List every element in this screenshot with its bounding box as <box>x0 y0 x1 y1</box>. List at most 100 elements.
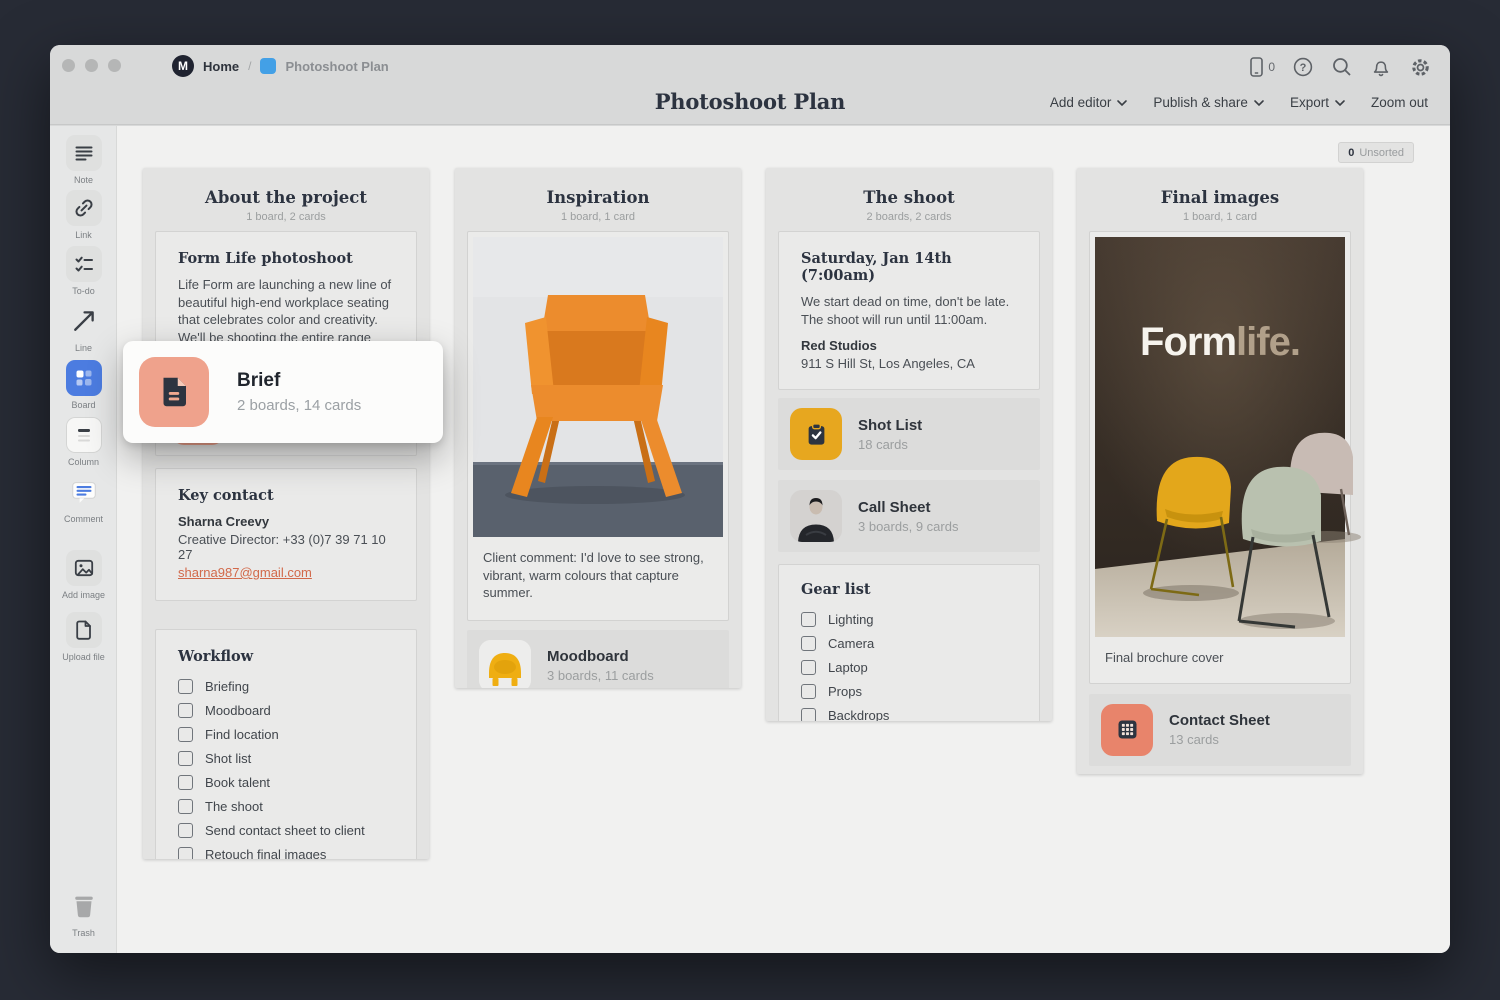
column-icon <box>77 429 90 442</box>
checkbox[interactable] <box>801 635 816 651</box>
titlebar: M Home / Photoshoot Plan 0 ? Photoshoot … <box>50 45 1450 125</box>
board-icon <box>76 370 91 386</box>
window-controls[interactable] <box>62 59 121 72</box>
brand-bold: Form <box>1140 320 1236 364</box>
breadcrumb-current: Photoshoot Plan <box>285 58 389 74</box>
breadcrumb-home[interactable]: Home <box>203 59 239 74</box>
add-editor-button[interactable]: Add editor <box>1050 95 1128 110</box>
column-meta: 2 boards, 2 cards <box>866 211 952 223</box>
card-title: Workflow <box>178 648 254 665</box>
close-window-icon[interactable] <box>62 59 75 72</box>
export-button[interactable]: Export <box>1290 95 1345 110</box>
checkbox[interactable] <box>801 683 816 699</box>
todo-checklist-icon <box>75 256 93 272</box>
tool-todo[interactable]: To-do <box>50 246 117 296</box>
tool-note[interactable]: Note <box>50 135 117 185</box>
device-button[interactable]: 0 <box>1248 55 1275 79</box>
board-item-moodboard[interactable]: Moodboard 3 boards, 11 cards <box>467 629 729 688</box>
image-caption: Client comment: I'd love to see strong, … <box>483 550 704 600</box>
column-about-the-project[interactable]: About the project 1 board, 2 cards Form … <box>143 168 429 859</box>
board-item-contact-sheet[interactable]: Contact Sheet 13 cards <box>1089 693 1351 766</box>
maximize-window-icon[interactable] <box>108 59 121 72</box>
checklist-item[interactable]: Camera <box>801 631 1017 655</box>
drag-card-meta: 2 boards, 14 cards <box>237 397 362 414</box>
final-image-card[interactable]: Formlife. Final brochure cover <box>1089 231 1361 684</box>
column-title: Final images <box>1160 188 1280 207</box>
checkbox[interactable] <box>178 846 193 859</box>
tool-comment[interactable]: Comment <box>50 474 117 524</box>
board-item-meta: 18 cards <box>858 436 908 452</box>
checklist-item[interactable]: Laptop <box>801 655 1017 679</box>
publish-share-button[interactable]: Publish & share <box>1153 95 1264 110</box>
inspiration-image-card[interactable]: Client comment: I'd love to see strong, … <box>467 231 729 621</box>
checklist-item[interactable]: Briefing <box>178 674 394 698</box>
checklist-item[interactable]: Shot list <box>178 746 394 770</box>
checklist-item[interactable]: Backdrops <box>801 703 1017 721</box>
checklist-item[interactable]: Retouch final images <box>178 842 394 859</box>
settings-gear-icon[interactable] <box>1409 56 1432 79</box>
note-body: We start dead on time, don't be late. Th… <box>801 294 1010 327</box>
board-canvas[interactable]: 0 Unsorted About the project 1 board, 2 … <box>117 126 1450 953</box>
document-icon <box>163 377 186 407</box>
checklist-item[interactable]: Book talent <box>178 770 394 794</box>
contact-name: Sharna Creevy <box>178 514 270 529</box>
tool-line[interactable]: Line <box>50 303 117 353</box>
checkbox[interactable] <box>178 798 193 814</box>
chevron-down-icon <box>1117 99 1128 106</box>
tool-trash[interactable]: Trash <box>50 888 117 938</box>
svg-text:Formlife.: Formlife. <box>1140 320 1300 364</box>
app-logo-icon[interactable]: M <box>172 55 194 77</box>
checklist-item[interactable]: Find location <box>178 722 394 746</box>
column-the-shoot[interactable]: The shoot 2 boards, 2 cards Saturday, Ja… <box>766 168 1052 721</box>
zoom-out-button[interactable]: Zoom out <box>1371 95 1428 110</box>
arrow-line-icon <box>73 311 94 331</box>
tool-board[interactable]: Board <box>50 360 117 410</box>
checkbox[interactable] <box>178 726 193 742</box>
tool-link[interactable]: Link <box>50 190 117 240</box>
shoot-schedule-card[interactable]: Saturday, Jan 14th (7:00am) We start dea… <box>778 231 1040 390</box>
checklist-item[interactable]: Lighting <box>801 607 1017 631</box>
tool-add-image[interactable]: Add image <box>50 550 117 600</box>
minimize-window-icon[interactable] <box>85 59 98 72</box>
breadcrumb: M Home / Photoshoot Plan <box>172 55 389 77</box>
tool-upload-file[interactable]: Upload file <box>50 612 117 662</box>
checkbox[interactable] <box>801 659 816 675</box>
checklist-item[interactable]: Send contact sheet to client <box>178 818 394 842</box>
image-caption: Final brochure cover <box>1105 650 1224 665</box>
checklist-item[interactable]: The shoot <box>178 794 394 818</box>
notifications-bell-icon[interactable] <box>1370 56 1392 78</box>
column-meta: 1 board, 1 card <box>561 211 635 223</box>
note-card-brief-intro[interactable]: Form Life photoshoot Life Form are launc… <box>155 231 417 353</box>
key-contact-card[interactable]: Key contact Sharna Creevy Creative Direc… <box>155 468 417 601</box>
dragging-brief-board-card[interactable]: Brief 2 boards, 14 cards <box>123 341 443 443</box>
board-item-call-sheet[interactable]: Call Sheet 3 boards, 9 cards <box>778 480 1040 552</box>
checkbox[interactable] <box>801 611 816 627</box>
column-final-images[interactable]: Final images 1 board, 1 card Formlife. F… <box>1077 168 1363 774</box>
checkbox[interactable] <box>178 822 193 838</box>
checkbox[interactable] <box>178 774 193 790</box>
note-title: Saturday, Jan 14th (7:00am) <box>801 250 952 284</box>
checklist-item[interactable]: Moodboard <box>178 698 394 722</box>
header-menu: Add editor Publish & share Export Zoom o… <box>1050 95 1428 110</box>
board-item-meta: 13 cards <box>1169 732 1219 747</box>
tool-column[interactable]: Column <box>50 417 117 467</box>
board-item-title: Moodboard <box>547 648 629 665</box>
checklist-item[interactable]: Props <box>801 679 1017 703</box>
brand-light: life. <box>1236 320 1300 364</box>
gear-list-card[interactable]: Gear list Lighting Camera Laptop Props B… <box>778 564 1040 721</box>
help-icon[interactable]: ? <box>1292 56 1314 78</box>
column-inspiration[interactable]: Inspiration 1 board, 1 card Client comme… <box>455 168 741 688</box>
unsorted-badge[interactable]: 0 Unsorted <box>1338 142 1414 163</box>
contact-email-link[interactable]: sharna987@gmail.com <box>178 565 312 580</box>
checkbox[interactable] <box>178 750 193 766</box>
search-icon[interactable] <box>1331 56 1353 78</box>
image-icon <box>74 559 93 577</box>
board-item-shot-list[interactable]: Shot List 18 cards <box>778 398 1040 470</box>
checkbox[interactable] <box>801 707 816 721</box>
workflow-checklist-card[interactable]: Workflow Briefing Moodboard Find locatio… <box>155 629 417 859</box>
svg-text:?: ? <box>1300 62 1307 74</box>
board-item-title: Contact Sheet <box>1169 712 1270 729</box>
checkbox[interactable] <box>178 702 193 718</box>
checkbox[interactable] <box>178 678 193 694</box>
portrait-photo-icon <box>790 490 842 542</box>
